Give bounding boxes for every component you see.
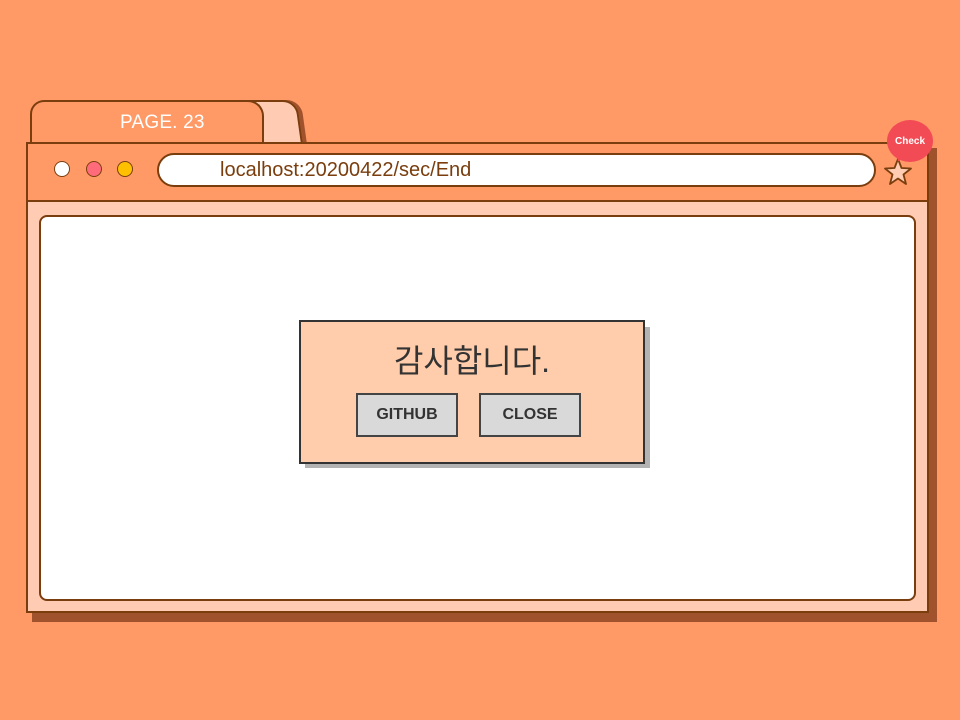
github-button-label: GITHUB <box>376 406 438 423</box>
check-badge-label: Check <box>894 135 925 147</box>
close-button-label: CLOSE <box>502 406 558 423</box>
close-button[interactable]: CLOSE <box>479 393 581 437</box>
dialog-message: 감사합니다. <box>393 343 551 379</box>
window-control-white-dot[interactable] <box>54 161 70 177</box>
window-control-yellow-dot[interactable] <box>117 161 133 177</box>
window-control-pink-dot[interactable] <box>86 161 102 177</box>
tab-title: PAGE. 23 <box>120 112 205 133</box>
github-button[interactable]: GITHUB <box>356 393 458 437</box>
check-badge[interactable]: Check <box>887 120 933 162</box>
address-bar-url: localhost:20200422/sec/End <box>220 159 472 181</box>
